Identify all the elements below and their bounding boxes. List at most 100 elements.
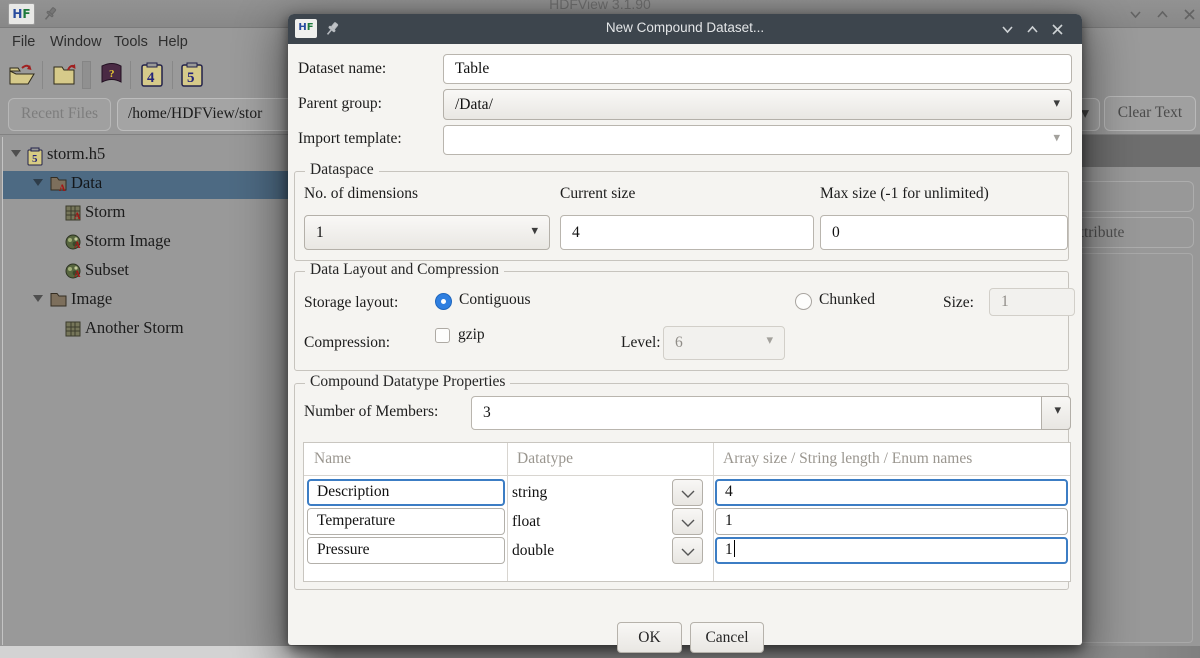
- file-tree: 5 storm.h5 A Data A Storm A Storm Image …: [2, 137, 291, 645]
- attribute-badge: A: [74, 269, 81, 279]
- layout-group: Data Layout and Compression Storage layo…: [294, 261, 1075, 371]
- maximize-icon[interactable]: [1025, 22, 1040, 37]
- chevron-down-icon: ▾: [1053, 95, 1060, 111]
- contiguous-label: Contiguous: [459, 291, 531, 308]
- close-icon[interactable]: [1050, 22, 1065, 37]
- dataset-name-input[interactable]: Table: [443, 54, 1072, 84]
- storage-layout-label: Storage layout:: [304, 294, 399, 311]
- members-combobox[interactable]: 3 ▾: [471, 396, 1071, 430]
- chevron-down-icon: ▾: [531, 223, 538, 239]
- dims-label: No. of dimensions: [304, 185, 419, 202]
- members-table: Name Datatype Array size / String length…: [303, 442, 1071, 582]
- ok-button[interactable]: OK: [617, 622, 682, 653]
- dataspace-group: Dataspace No. of dimensions Current size…: [294, 161, 1069, 261]
- dims-combobox[interactable]: 1 ▾: [304, 215, 550, 250]
- svg-text:5: 5: [187, 70, 195, 86]
- chunk-size-input: 1: [989, 288, 1075, 316]
- datatype-dropdown-button[interactable]: [672, 479, 703, 506]
- expander-icon[interactable]: [33, 295, 43, 302]
- chevron-down-icon[interactable]: ▾: [1041, 396, 1071, 430]
- datatype-dropdown-button[interactable]: [672, 537, 703, 564]
- chunked-label: Chunked: [819, 291, 875, 308]
- close-file-icon[interactable]: [52, 62, 78, 88]
- member-datatype-value: float: [512, 513, 541, 530]
- help-book-icon[interactable]: ?: [98, 62, 124, 88]
- chunked-radio[interactable]: [795, 293, 812, 310]
- member-datatype-value: string: [512, 484, 548, 501]
- clear-text-button[interactable]: Clear Text: [1104, 96, 1196, 131]
- svg-text:5: 5: [32, 153, 38, 165]
- menu-help[interactable]: Help: [154, 32, 192, 52]
- minimize-icon[interactable]: [1000, 22, 1015, 37]
- member-size-input[interactable]: 4: [715, 479, 1068, 506]
- gzip-checkbox[interactable]: [435, 328, 450, 343]
- hdf4-file-icon[interactable]: 4: [140, 62, 164, 88]
- contiguous-radio[interactable]: [435, 293, 452, 310]
- col-header-arraysize: Array size / String length / Enum names: [723, 450, 973, 467]
- gzip-label: gzip: [458, 326, 485, 343]
- parent-group-label: Parent group:: [298, 95, 382, 112]
- member-name-input[interactable]: Pressure: [307, 537, 505, 564]
- expander-icon[interactable]: [33, 179, 43, 186]
- close-icon[interactable]: [1182, 7, 1197, 22]
- hdf5-file-icon[interactable]: 5: [180, 62, 204, 88]
- text-cursor: [733, 540, 735, 557]
- col-header-datatype: Datatype: [517, 450, 573, 467]
- max-size-input[interactable]: 0: [820, 215, 1068, 250]
- dataspace-legend: Dataspace: [305, 161, 379, 179]
- dataset-name-label: Dataset name:: [298, 60, 387, 77]
- dialog-titlebar[interactable]: HF New Compound Dataset...: [288, 14, 1082, 44]
- expander-icon[interactable]: [11, 150, 21, 157]
- attribute-badge: A: [74, 211, 81, 221]
- cancel-button[interactable]: Cancel: [690, 622, 764, 653]
- import-template-combobox[interactable]: ▾: [443, 125, 1072, 155]
- svg-text:4: 4: [147, 70, 155, 86]
- size-label: Size:: [943, 294, 974, 311]
- hdf5-file-icon: 5: [27, 147, 43, 166]
- tree-item-subset[interactable]: A Subset: [3, 258, 291, 286]
- members-label: Number of Members:: [304, 403, 439, 420]
- svg-text:?: ?: [109, 68, 115, 80]
- tree-item-another-storm[interactable]: Another Storm: [3, 316, 291, 344]
- new-compound-dataset-dialog: HF New Compound Dataset... Dataset name:…: [288, 14, 1082, 653]
- current-size-input[interactable]: 4: [560, 215, 814, 250]
- attribute-badge: A: [59, 183, 66, 193]
- member-datatype-value: double: [512, 542, 555, 559]
- tree-item-data[interactable]: A Data: [3, 171, 291, 199]
- open-file-icon[interactable]: [8, 62, 36, 88]
- chevron-down-icon[interactable]: ▾: [1081, 99, 1089, 129]
- status-bar: [0, 646, 1200, 658]
- level-label: Level:: [621, 334, 661, 351]
- compound-legend: Compound Datatype Properties: [305, 373, 511, 391]
- file-path-value: /home/HDFView/stor: [128, 105, 263, 122]
- compound-group: Compound Datatype Properties Number of M…: [294, 373, 1071, 590]
- tree-item-image[interactable]: Image: [3, 287, 291, 315]
- max-size-label: Max size (-1 for unlimited): [820, 185, 989, 202]
- menu-file[interactable]: File: [8, 32, 39, 52]
- tree-item-storm[interactable]: A Storm: [3, 200, 291, 228]
- tree-item-storm-h5[interactable]: 5 storm.h5: [3, 142, 291, 170]
- member-name-input[interactable]: Description: [307, 479, 505, 506]
- member-name-input[interactable]: Temperature: [307, 508, 505, 535]
- chevron-down-icon: ▾: [766, 333, 773, 349]
- current-size-label: Current size: [560, 185, 636, 202]
- group-icon: [50, 293, 67, 307]
- main-window-title: HDFView 3.1.90: [549, 0, 651, 12]
- dialog-title: New Compound Dataset...: [605, 20, 765, 35]
- col-header-name: Name: [314, 450, 352, 467]
- chevron-down-icon: ▾: [1053, 130, 1060, 146]
- import-template-label: Import template:: [298, 130, 402, 147]
- parent-group-combobox[interactable]: /Data/ ▾: [443, 89, 1072, 120]
- datatype-dropdown-button[interactable]: [672, 508, 703, 535]
- member-size-input[interactable]: 1: [715, 508, 1068, 535]
- recent-files-button[interactable]: Recent Files: [8, 98, 111, 131]
- level-combobox: 6 ▾: [663, 326, 785, 360]
- layout-legend: Data Layout and Compression: [305, 261, 504, 279]
- menu-window[interactable]: Window: [46, 32, 106, 52]
- minimize-icon[interactable]: [1128, 7, 1143, 22]
- attribute-badge: A: [74, 240, 81, 250]
- maximize-icon[interactable]: [1155, 7, 1170, 22]
- menu-tools[interactable]: Tools: [110, 32, 152, 52]
- tree-item-storm-image[interactable]: A Storm Image: [3, 229, 291, 257]
- member-size-input[interactable]: 1: [715, 537, 1068, 564]
